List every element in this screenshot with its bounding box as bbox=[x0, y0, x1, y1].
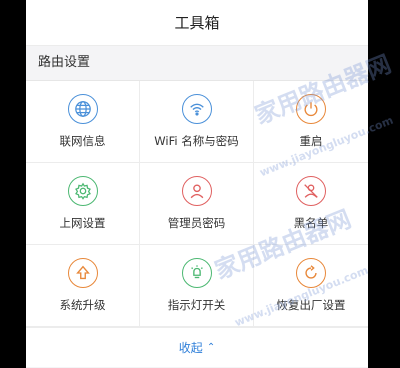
tool-admin-password[interactable]: 管理员密码 bbox=[140, 163, 254, 245]
tool-label: 系统升级 bbox=[59, 298, 106, 312]
section-title: 路由设置 bbox=[26, 46, 368, 80]
user-icon bbox=[181, 176, 212, 206]
tool-factory-reset[interactable]: 恢复出厂设置 bbox=[254, 245, 368, 327]
restore-icon bbox=[296, 258, 326, 288]
tool-label: 管理员密码 bbox=[167, 216, 226, 230]
power-icon bbox=[296, 94, 326, 124]
tool-grid: 联网信息 WiFi 名称与密码 重启 上网设置 管理员密码 黑名单 系统升级 指… bbox=[26, 80, 368, 327]
wifi-icon bbox=[181, 94, 212, 124]
tool-wifi-settings[interactable]: WiFi 名称与密码 bbox=[140, 81, 254, 163]
tool-network-info[interactable]: 联网信息 bbox=[26, 81, 140, 163]
tool-reboot[interactable]: 重启 bbox=[254, 81, 368, 163]
collapse-button[interactable]: 收起 ⌃ bbox=[26, 327, 368, 367]
gear-icon bbox=[67, 176, 98, 206]
tool-system-upgrade[interactable]: 系统升级 bbox=[26, 245, 140, 327]
tool-led-switch[interactable]: 指示灯开关 bbox=[140, 245, 254, 327]
tool-blacklist[interactable]: 黑名单 bbox=[254, 163, 368, 245]
tool-internet-settings[interactable]: 上网设置 bbox=[26, 163, 140, 245]
tool-label: WiFi 名称与密码 bbox=[154, 134, 239, 148]
tool-label: 指示灯开关 bbox=[167, 298, 226, 312]
block-icon bbox=[296, 176, 326, 206]
globe-icon bbox=[67, 94, 98, 124]
collapse-label: 收起 bbox=[178, 341, 203, 355]
page-title: 工具箱 bbox=[174, 14, 220, 32]
tool-label: 黑名单 bbox=[293, 216, 329, 230]
chevron-up-icon: ⌃ bbox=[206, 342, 216, 353]
tool-label: 上网设置 bbox=[59, 216, 106, 230]
tool-label: 联网信息 bbox=[59, 134, 106, 148]
page-header: 工具箱 bbox=[26, 0, 368, 46]
toolbox-panel: 工具箱 路由设置 联网信息 WiFi 名称与密码 重启 上网设置 管理员密码 黑… bbox=[26, 0, 368, 368]
tool-label: 恢复出厂设置 bbox=[276, 298, 346, 312]
tool-label: 重启 bbox=[299, 134, 323, 148]
upgrade-icon bbox=[67, 258, 98, 288]
bulb-icon bbox=[181, 258, 212, 288]
